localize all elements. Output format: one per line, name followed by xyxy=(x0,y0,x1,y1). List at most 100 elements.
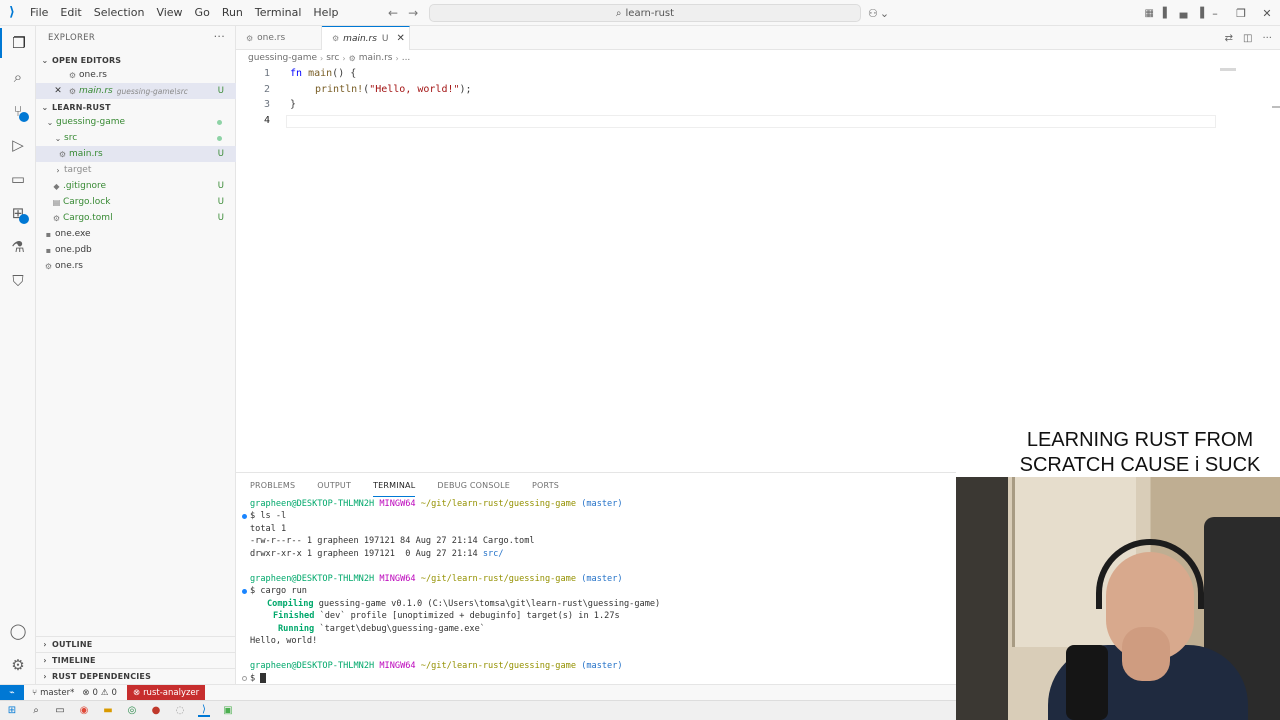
folder-src[interactable]: ⌄ src xyxy=(36,130,236,146)
output-status: Running xyxy=(278,624,315,634)
chevron-down-icon: ⌄ xyxy=(54,133,62,143)
code-punctuation: () { xyxy=(332,68,357,79)
breadcrumb-item[interactable]: guessing-game xyxy=(248,53,317,63)
menu-file[interactable]: File xyxy=(24,0,54,26)
breadcrumb-item[interactable]: src xyxy=(326,53,339,63)
vscode-taskbar-icon[interactable]: ⟩ xyxy=(198,704,210,717)
minimize-icon[interactable]: – xyxy=(1202,7,1228,20)
file-one-rs[interactable]: ⚙ one.rs xyxy=(36,258,236,274)
terminal-input-line[interactable]: $ xyxy=(250,673,267,684)
tab-output[interactable]: OUTPUT xyxy=(317,477,351,497)
folder-target[interactable]: › target xyxy=(36,162,236,178)
terminal-taskbar-icon[interactable]: ▣ xyxy=(222,705,234,717)
file-cargo-lock[interactable]: ▤ Cargo.lock U xyxy=(36,194,236,210)
file-one-exe[interactable]: ▪ one.exe xyxy=(36,226,236,242)
toggle-panel-icon[interactable]: ▄ xyxy=(1180,8,1188,19)
problems-indicator[interactable]: ⊗ 0 ⚠ 0 xyxy=(82,688,117,698)
open-editors-section[interactable]: ⌄ OPEN EDITORS xyxy=(36,52,236,68)
docker-icon[interactable]: ⛉ xyxy=(0,266,36,296)
tab-terminal[interactable]: TERMINAL xyxy=(373,477,416,497)
prompt-branch: (master) xyxy=(581,499,623,509)
manage-gear-icon[interactable]: ⚙ xyxy=(0,650,36,680)
file-cargo-toml[interactable]: ⚙ Cargo.toml U xyxy=(36,210,236,226)
menu-go[interactable]: Go xyxy=(189,0,216,26)
editor-actions: ⇄ ◫ ··· xyxy=(1225,26,1272,50)
split-editor-icon[interactable]: ◫ xyxy=(1243,33,1252,44)
file-gitignore[interactable]: ◆ .gitignore U xyxy=(36,178,236,194)
back-arrow-icon[interactable]: ← xyxy=(388,6,398,20)
menu-view[interactable]: View xyxy=(150,0,188,26)
open-editor-one-rs[interactable]: ⚙ one.rs xyxy=(36,67,236,83)
extensions-icon[interactable]: ⊞ xyxy=(0,198,36,228)
explorer-icon[interactable]: ❐ xyxy=(0,28,36,58)
tab-one-rs[interactable]: ⚙ one.rs xyxy=(236,26,322,50)
remote-explorer-icon[interactable]: ▭ xyxy=(0,164,36,194)
chevron-right-icon: › xyxy=(43,672,47,681)
outline-section[interactable]: › OUTLINE xyxy=(36,636,236,652)
chrome-icon[interactable]: ◎ xyxy=(126,705,138,717)
search-icon[interactable]: ⌕ xyxy=(30,705,42,717)
file-one-pdb[interactable]: ▪ one.pdb xyxy=(36,242,236,258)
forward-arrow-icon[interactable]: → xyxy=(408,6,418,20)
terminal-output: Finished `dev` profile [unoptimized + de… xyxy=(273,611,620,621)
folder-guessing-game[interactable]: ⌄ guessing-game xyxy=(36,114,236,130)
tab-debug-console[interactable]: DEBUG CONSOLE xyxy=(437,477,510,497)
untracked-status: U xyxy=(217,197,224,207)
file-explorer-icon[interactable]: ▬ xyxy=(102,705,114,717)
breadcrumb-item[interactable]: ... xyxy=(402,53,411,63)
open-editor-main-rs[interactable]: ✕ ⚙ main.rs guessing-game\src U xyxy=(36,83,236,99)
remote-indicator-icon[interactable]: ⌁ xyxy=(0,684,24,701)
customize-layout-icon[interactable]: ▦ xyxy=(1144,8,1153,19)
command-decoration-icon[interactable] xyxy=(242,676,247,681)
rust-dependencies-section[interactable]: › RUST DEPENDENCIES xyxy=(36,668,236,684)
menu-help[interactable]: Help xyxy=(307,0,344,26)
branch-indicator[interactable]: ⑂ master* xyxy=(32,688,74,698)
close-editor-icon[interactable]: ✕ xyxy=(50,86,66,96)
run-debug-icon[interactable]: ▷ xyxy=(0,130,36,160)
terminal-output: Running `target\debug\guessing-game.exe` xyxy=(278,624,485,634)
binary-file-icon: ▪ xyxy=(45,229,52,239)
close-window-icon[interactable]: ✕ xyxy=(1254,7,1280,20)
tab-problems[interactable]: PROBLEMS xyxy=(250,477,295,497)
browser-icon[interactable]: ◉ xyxy=(78,705,90,717)
file-main-rs[interactable]: ⚙ main.rs U xyxy=(36,146,236,162)
compare-icon[interactable]: ⇄ xyxy=(1225,33,1233,44)
testing-icon[interactable]: ⚗ xyxy=(0,232,36,262)
copilot-chevron-icon[interactable]: ⌄ xyxy=(880,7,889,20)
tab-ports[interactable]: PORTS xyxy=(532,477,559,497)
output-text: `dev` profile [unoptimized + debuginfo] … xyxy=(314,611,620,621)
extensions-badge xyxy=(19,214,29,224)
timeline-section[interactable]: › TIMELINE xyxy=(36,652,236,668)
source-control-icon[interactable]: ⑂ xyxy=(0,96,36,126)
copilot-icon[interactable]: ⚇ xyxy=(868,7,878,20)
command-center[interactable]: ⌕ learn-rust xyxy=(429,4,861,22)
minimap[interactable] xyxy=(1220,68,1236,71)
restore-icon[interactable]: ❐ xyxy=(1228,7,1254,20)
command-decoration-icon[interactable] xyxy=(242,514,247,519)
menu-terminal[interactable]: Terminal xyxy=(249,0,308,26)
menu-edit[interactable]: Edit xyxy=(54,0,87,26)
workspace-section[interactable]: ⌄ LEARN-RUST xyxy=(36,99,236,115)
menu-run[interactable]: Run xyxy=(216,0,249,26)
code-editor[interactable]: 1 2 3 4 fn main() { println!("Hello, wor… xyxy=(236,66,1280,466)
app-icon[interactable]: ◌ xyxy=(174,705,186,717)
toggle-sidebar-icon[interactable]: ▌ xyxy=(1163,8,1171,19)
windows-start-icon[interactable]: ⊞ xyxy=(6,705,18,717)
task-view-icon[interactable]: ▭ xyxy=(54,705,66,717)
terminal-command: $ cargo run xyxy=(250,586,307,596)
more-actions-icon[interactable]: ··· xyxy=(1262,33,1272,44)
rust-analyzer-status[interactable]: ⊗ rust-analyzer xyxy=(126,684,206,701)
obs-icon[interactable]: ● xyxy=(150,705,162,717)
account-icon[interactable]: ◯ xyxy=(0,616,36,646)
editor-scrollbar[interactable] xyxy=(1272,106,1280,108)
breadcrumb-item[interactable]: main.rs xyxy=(359,53,393,63)
tab-main-rs[interactable]: ⚙ main.rs U ✕ xyxy=(322,26,410,50)
menu-selection[interactable]: Selection xyxy=(88,0,151,26)
search-icon[interactable]: ⌕ xyxy=(0,62,36,92)
command-decoration-icon[interactable] xyxy=(242,589,247,594)
folder-label: src xyxy=(64,133,78,143)
chevron-right-icon: › xyxy=(320,53,324,63)
lock-file-icon: ▤ xyxy=(52,197,61,207)
close-tab-icon[interactable]: ✕ xyxy=(397,33,405,44)
more-actions-icon[interactable]: ··· xyxy=(214,30,225,43)
